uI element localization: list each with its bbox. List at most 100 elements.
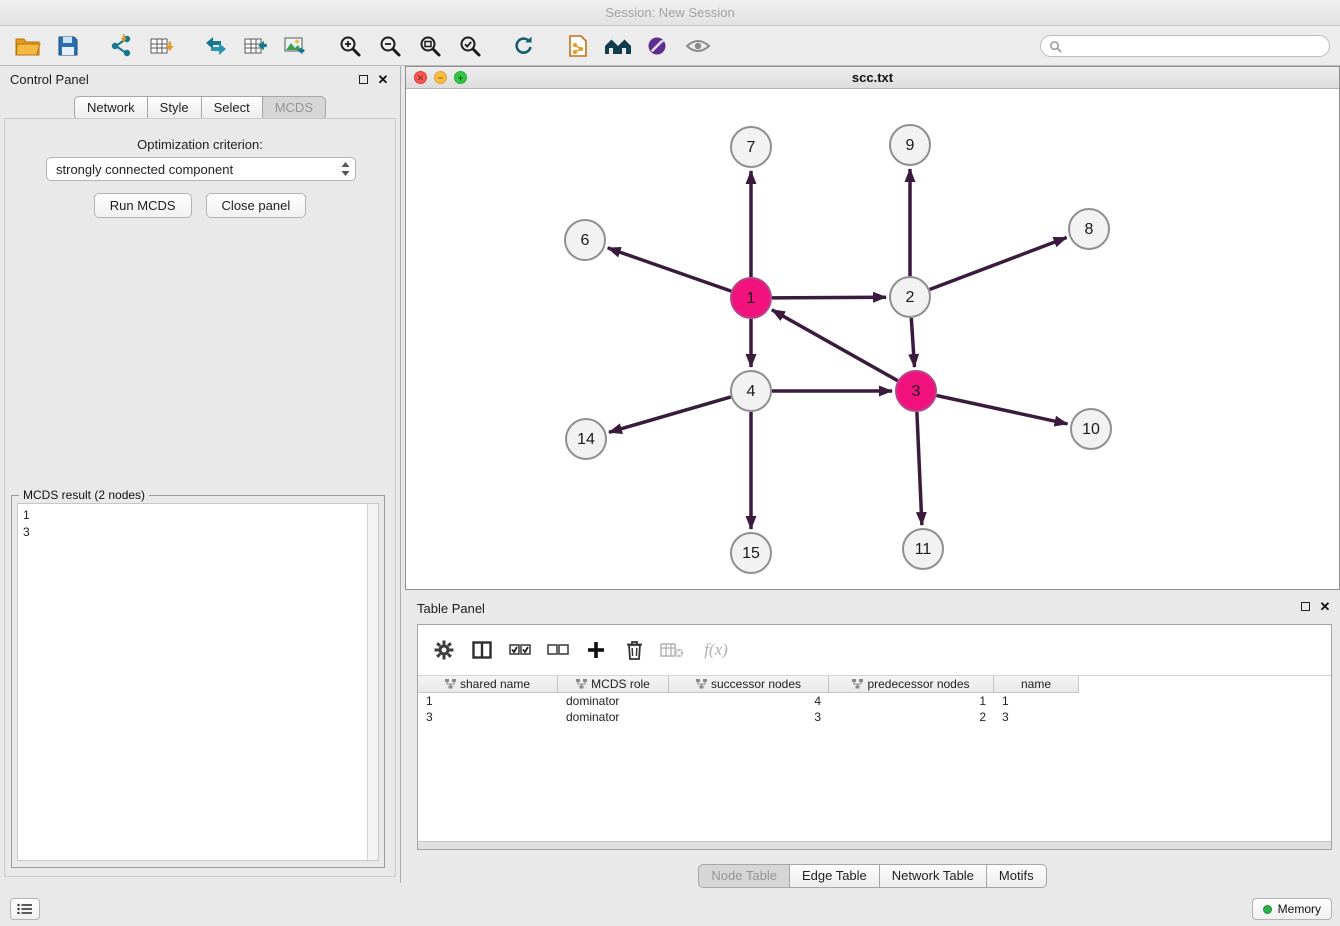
export-network-button[interactable] — [196, 29, 236, 63]
graph-node-10[interactable]: 10 — [1071, 409, 1111, 449]
show-columns-button[interactable] — [466, 634, 498, 666]
zoom-out-button[interactable] — [370, 29, 410, 63]
tab-mcds[interactable]: MCDS — [262, 96, 326, 120]
add-column-button[interactable] — [580, 634, 612, 666]
show-hide-details-button[interactable] — [678, 29, 718, 63]
edge-2-8[interactable] — [930, 238, 1067, 290]
result-scrollbar[interactable] — [367, 504, 378, 860]
graph-node-6[interactable]: 6 — [565, 220, 605, 260]
column-header-predecessor-nodes[interactable]: predecessor nodes — [829, 676, 994, 693]
mcds-result-area[interactable]: 13 — [17, 503, 379, 861]
graph-node-3[interactable]: 3 — [896, 371, 936, 411]
network-view-window: ✕ − + scc.txt 7 9 6 8 1 2 4 3 14 10 15 11 — [405, 66, 1340, 590]
column-type-icon — [852, 679, 863, 689]
column-type-icon — [696, 679, 707, 689]
table-row[interactable]: 3dominator323 — [418, 709, 1079, 725]
search-field[interactable] — [1040, 35, 1330, 57]
save-session-button[interactable] — [48, 29, 88, 63]
network-file-button[interactable] — [558, 29, 598, 63]
tab-node-table[interactable]: Node Table — [698, 864, 790, 888]
edge-2-3[interactable] — [911, 318, 914, 367]
memory-button[interactable]: Memory — [1252, 898, 1332, 920]
column-header-shared-name[interactable]: shared name — [418, 676, 558, 693]
delete-column-button[interactable] — [618, 634, 650, 666]
node-label: 11 — [915, 541, 932, 558]
import-table-icon — [149, 34, 175, 58]
refresh-layout-button[interactable] — [504, 29, 544, 63]
mcds-result-title: MCDS result (2 nodes) — [19, 488, 149, 502]
node-label: 3 — [912, 383, 921, 400]
close-window-button[interactable]: ✕ — [414, 71, 427, 84]
import-network-button[interactable] — [102, 29, 142, 63]
apply-function-button[interactable]: f(x) — [694, 634, 738, 666]
run-mcds-button[interactable]: Run MCDS — [94, 193, 192, 218]
delete-table-button[interactable] — [656, 634, 688, 666]
style-annotation-button[interactable] — [638, 29, 678, 63]
graph-node-9[interactable]: 9 — [890, 125, 930, 165]
edge-1-6[interactable] — [608, 248, 732, 291]
export-table-button[interactable] — [236, 29, 276, 63]
status-bar: Memory — [0, 892, 1340, 926]
tab-select[interactable]: Select — [201, 96, 263, 120]
table-cell: 1 — [994, 693, 1079, 709]
graph-node-2[interactable]: 2 — [890, 277, 930, 317]
graph-node-8[interactable]: 8 — [1069, 209, 1109, 249]
tab-style[interactable]: Style — [147, 96, 202, 120]
open-session-button[interactable] — [8, 29, 48, 63]
network-canvas[interactable]: 7 9 6 8 1 2 4 3 14 10 15 11 — [406, 89, 1339, 589]
control-panel-float-button[interactable] — [356, 72, 370, 86]
graph-node-4[interactable]: 4 — [731, 371, 771, 411]
unselect-all-columns-button[interactable] — [542, 634, 574, 666]
edge-1-2[interactable] — [772, 297, 886, 298]
network-window-titlebar[interactable]: ✕ − + scc.txt — [406, 67, 1339, 89]
import-table-button[interactable] — [142, 29, 182, 63]
table-panel-float-button[interactable] — [1298, 599, 1312, 613]
tab-edge-table[interactable]: Edge Table — [789, 864, 880, 888]
tab-network[interactable]: Network — [74, 96, 148, 120]
mcds-buttons-row: Run MCDS Close panel — [5, 193, 395, 218]
zoom-fit-button[interactable] — [410, 29, 450, 63]
table-panel-close-button[interactable]: ✕ — [1318, 599, 1332, 613]
table-settings-button[interactable] — [428, 634, 460, 666]
mcds-result-line: 1 — [23, 507, 362, 524]
graph-node-1[interactable]: 1 — [731, 278, 771, 318]
select-all-columns-button[interactable] — [504, 634, 536, 666]
tab-motifs[interactable]: Motifs — [986, 864, 1047, 888]
close-panel-button[interactable]: Close panel — [206, 193, 307, 218]
zoom-in-button[interactable] — [330, 29, 370, 63]
table-cell: 3 — [994, 709, 1079, 725]
column-header-successor-nodes[interactable]: successor nodes — [669, 676, 829, 693]
column-label: MCDS role — [591, 677, 650, 691]
table-cell: 4 — [669, 693, 829, 709]
column-type-icon — [445, 679, 456, 689]
close-icon: ✕ — [378, 73, 389, 86]
network-graph[interactable]: 7 9 6 8 1 2 4 3 14 10 15 11 — [406, 89, 1339, 589]
table-row[interactable]: 1dominator411 — [418, 693, 1079, 709]
task-history-button[interactable] — [10, 898, 40, 920]
zoom-selected-button[interactable] — [450, 29, 490, 63]
zoom-out-icon — [378, 34, 402, 58]
search-input[interactable] — [1067, 39, 1321, 53]
graph-node-7[interactable]: 7 — [731, 127, 771, 167]
export-network-icon — [203, 34, 229, 58]
column-header-name[interactable]: name — [994, 676, 1079, 693]
graph-node-11[interactable]: 11 — [903, 529, 943, 569]
edge-4-14[interactable] — [609, 397, 731, 432]
first-neighbors-button[interactable] — [598, 29, 638, 63]
export-image-button[interactable] — [276, 29, 316, 63]
control-panel-close-button[interactable]: ✕ — [376, 72, 390, 86]
maximize-window-button[interactable]: + — [454, 71, 467, 84]
optimization-criterion-select[interactable]: strongly connected component — [46, 157, 356, 181]
graph-node-14[interactable]: 14 — [566, 419, 606, 459]
column-header-mcds-role[interactable]: MCDS role — [558, 676, 669, 693]
edge-3-11[interactable] — [917, 412, 922, 525]
tab-network-table[interactable]: Network Table — [879, 864, 987, 888]
table-cell: dominator — [558, 693, 669, 709]
edge-3-10[interactable] — [937, 396, 1068, 424]
table-horizontal-scrollbar[interactable] — [418, 841, 1331, 849]
minimize-window-button[interactable]: − — [434, 71, 447, 84]
float-icon — [1301, 602, 1310, 611]
graph-node-15[interactable]: 15 — [731, 533, 771, 573]
edge-3-1[interactable] — [772, 310, 898, 381]
zoom-fit-icon — [418, 34, 442, 58]
